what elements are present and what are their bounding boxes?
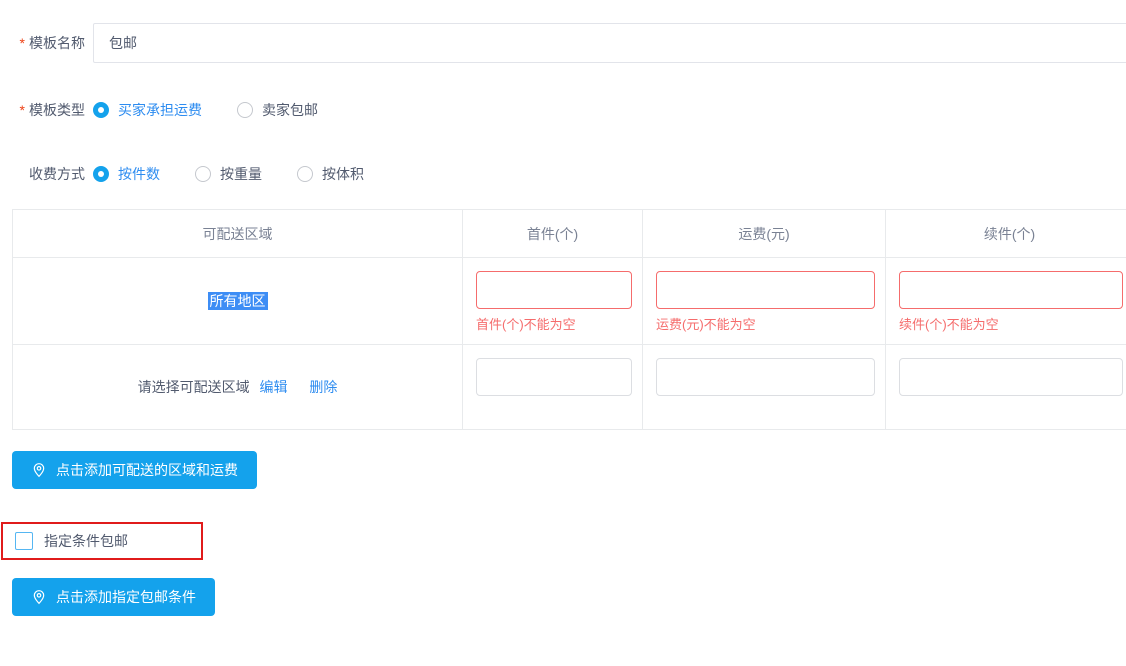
header-additional-piece: 续件(个) <box>886 210 1126 258</box>
required-asterisk: * <box>20 35 25 51</box>
fee-error: 运费(元)不能为空 <box>656 314 875 333</box>
radio-option-seller-free[interactable]: 卖家包邮 <box>237 100 318 120</box>
template-type-label-text: 模板类型 <box>29 102 85 118</box>
edit-region-link[interactable]: 编辑 <box>260 379 288 395</box>
radio-option-by-weight[interactable]: 按重量 <box>195 164 262 184</box>
shipping-fee-table: 可配送区域 首件(个) 运费(元) 续件(个) 所有地区 首件(个)不能为空 运… <box>12 209 1126 430</box>
additional-piece-cell <box>886 345 1126 430</box>
radio-option-by-piece[interactable]: 按件数 <box>93 164 160 184</box>
region-all-text-selected[interactable]: 所有地区 <box>208 292 268 310</box>
header-first-piece: 首件(个) <box>463 210 643 258</box>
fee-input[interactable] <box>656 271 875 309</box>
region-cell: 所有地区 <box>13 258 463 345</box>
delete-region-link[interactable]: 删除 <box>309 379 337 395</box>
add-condition-button-label: 点击添加指定包邮条件 <box>56 587 196 607</box>
add-condition-button[interactable]: 点击添加指定包邮条件 <box>12 578 215 616</box>
condition-checkbox[interactable] <box>15 532 33 550</box>
template-name-label: *模板名称 <box>0 33 85 53</box>
add-region-button[interactable]: 点击添加可配送的区域和运费 <box>12 451 257 489</box>
radio-unselected-icon <box>297 166 313 182</box>
header-region: 可配送区域 <box>13 210 463 258</box>
first-piece-cell: 首件(个)不能为空 <box>463 258 643 345</box>
fee-cell <box>643 345 886 430</box>
region-picker-cell: 请选择可配送区域 编辑 删除 <box>13 345 463 430</box>
fee-input[interactable] <box>656 358 875 396</box>
free-shipping-condition-box: 指定条件包邮 <box>1 522 203 560</box>
template-name-input[interactable] <box>93 23 1126 63</box>
first-piece-input[interactable] <box>476 358 632 396</box>
radio-option-buyer-pays[interactable]: 买家承担运费 <box>93 100 202 120</box>
condition-checkbox-label: 指定条件包邮 <box>44 531 128 551</box>
header-fee: 运费(元) <box>643 210 886 258</box>
radio-unselected-icon <box>195 166 211 182</box>
first-piece-input[interactable] <box>476 271 632 309</box>
required-asterisk: * <box>20 102 25 118</box>
template-type-label: *模板类型 <box>0 100 85 120</box>
additional-piece-cell: 续件(个)不能为空 <box>886 258 1126 345</box>
first-piece-cell <box>463 345 643 430</box>
add-region-button-label: 点击添加可配送的区域和运费 <box>56 460 238 480</box>
radio-option-label: 按重量 <box>220 164 262 184</box>
fee-cell: 运费(元)不能为空 <box>643 258 886 345</box>
radio-option-label: 买家承担运费 <box>118 100 202 120</box>
additional-piece-input[interactable] <box>899 271 1123 309</box>
additional-piece-error: 续件(个)不能为空 <box>899 314 1123 333</box>
radio-option-label: 按体积 <box>322 164 364 184</box>
first-piece-error: 首件(个)不能为空 <box>476 314 632 333</box>
radio-selected-icon <box>93 166 109 182</box>
template-name-label-text: 模板名称 <box>29 35 85 51</box>
template-type-row: *模板类型 买家承担运费 卖家包邮 <box>0 101 1126 119</box>
charge-mode-label: 收费方式 <box>0 164 85 184</box>
radio-option-by-volume[interactable]: 按体积 <box>297 164 364 184</box>
region-picker-text: 请选择可配送区域 <box>138 379 250 395</box>
radio-unselected-icon <box>237 102 253 118</box>
table-header-row: 可配送区域 首件(个) 运费(元) 续件(个) <box>13 210 1126 258</box>
radio-selected-icon <box>93 102 109 118</box>
table-row-region-picker: 请选择可配送区域 编辑 删除 <box>13 345 1126 430</box>
location-pin-icon <box>31 462 47 478</box>
template-name-row: *模板名称 <box>0 23 1126 63</box>
radio-option-label: 按件数 <box>118 164 160 184</box>
charge-mode-row: 收费方式 按件数 按重量 按体积 <box>0 165 1126 183</box>
charge-mode-label-text: 收费方式 <box>29 166 85 182</box>
table-row-all-regions: 所有地区 首件(个)不能为空 运费(元)不能为空 续件(个)不能为空 <box>13 258 1126 345</box>
location-pin-icon <box>31 589 47 605</box>
radio-option-label: 卖家包邮 <box>262 100 318 120</box>
additional-piece-input[interactable] <box>899 358 1123 396</box>
